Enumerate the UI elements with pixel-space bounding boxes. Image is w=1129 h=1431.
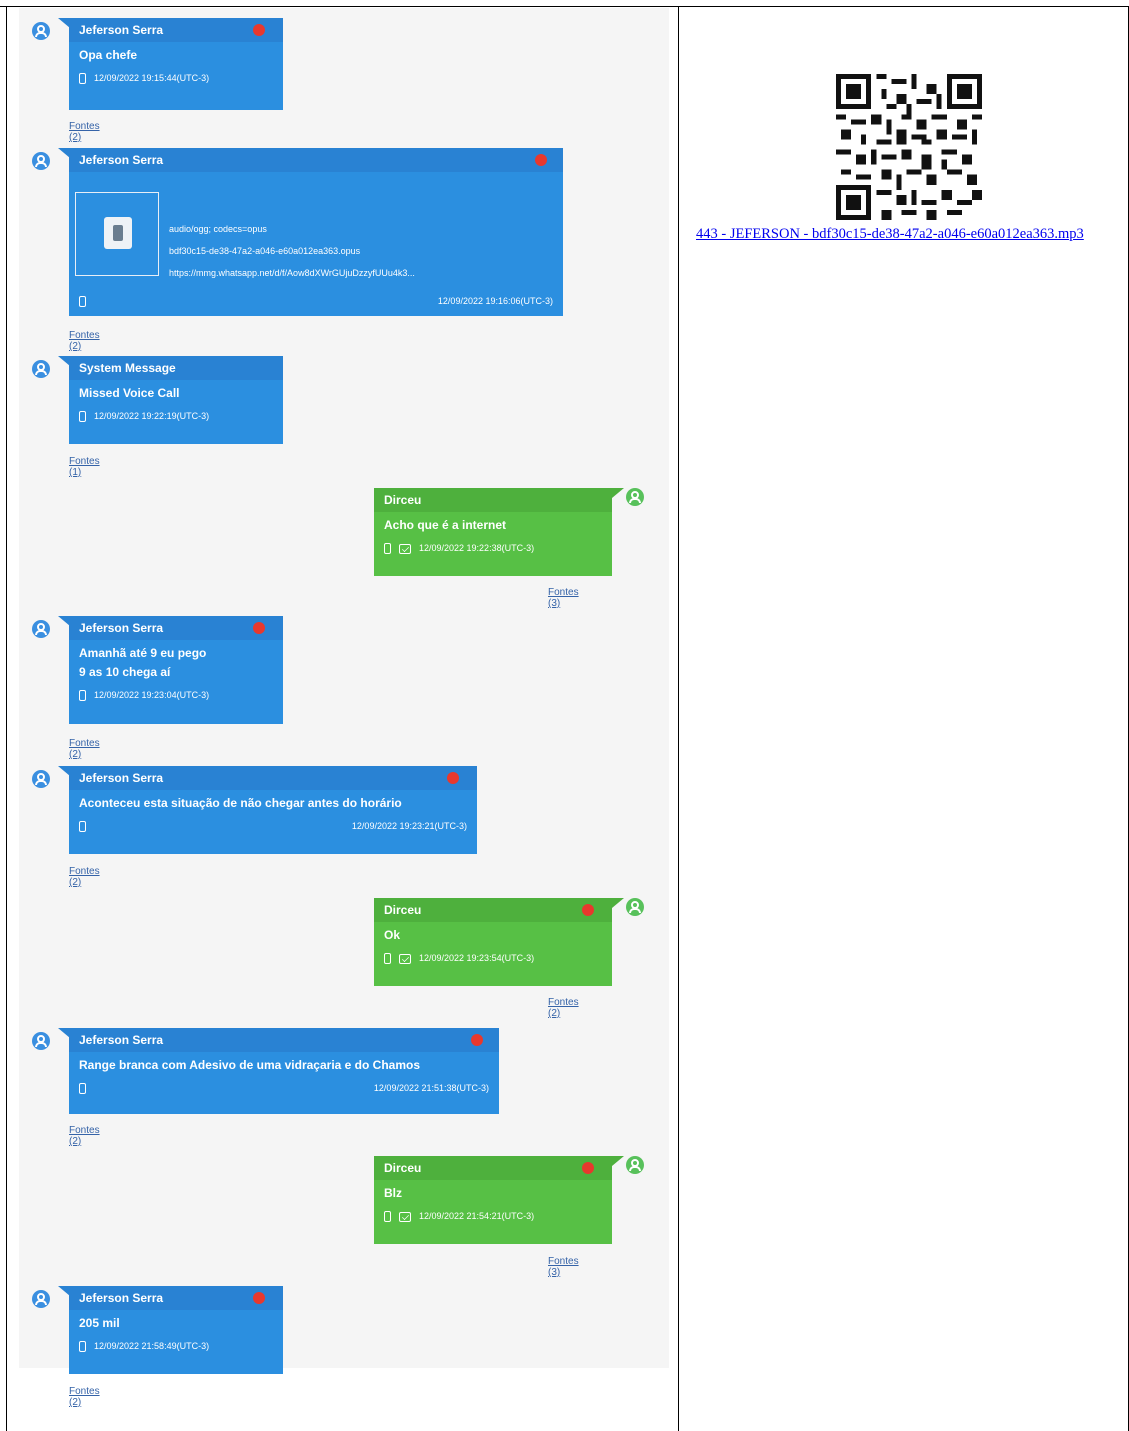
- unread-dot-icon: [582, 904, 594, 916]
- message-bubble: Dirceu Ok 12/09/2022 19:23:54(UTC-3): [374, 898, 612, 986]
- phone-icon: [384, 1211, 391, 1223]
- message-bubble: Jeferson Serra Amanhã até 9 eu pego 9 as…: [69, 616, 283, 724]
- unread-dot-icon: [253, 24, 265, 36]
- sources-link[interactable]: Fontes (2): [548, 997, 579, 1019]
- sender-name: Jeferson Serra: [79, 153, 164, 167]
- phone-icon: [384, 953, 391, 965]
- sources-link[interactable]: Fontes (2): [69, 1125, 100, 1147]
- sender-name: Dirceu: [384, 1161, 422, 1175]
- attachment-preview[interactable]: [75, 192, 159, 276]
- message-text: Opa chefe: [79, 48, 138, 62]
- message-timestamp: 12/09/2022 19:22:38(UTC-3): [419, 543, 535, 553]
- message-bubble: Jeferson Serra audio/ogg; codecs=opus bd…: [69, 148, 563, 316]
- message-timestamp: 12/09/2022 19:23:21(UTC-3): [351, 821, 467, 831]
- message-bubble: Jeferson Serra Aconteceu esta situação d…: [69, 766, 477, 854]
- bubble-tail: [612, 898, 624, 908]
- avatar-icon: [32, 152, 50, 170]
- message-text: Amanhã até 9 eu pego 9 as 10 chega aí: [79, 646, 207, 679]
- message-bubble: Jeferson Serra 205 mil 12/09/2022 21:58:…: [69, 1286, 283, 1374]
- message-timestamp: 12/09/2022 19:23:04(UTC-3): [94, 690, 210, 700]
- unread-dot-icon: [253, 622, 265, 634]
- phone-icon: [79, 1341, 86, 1353]
- sender-name: Jeferson Serra: [79, 621, 164, 635]
- message-bubble: System Message Missed Voice Call 12/09/2…: [69, 356, 283, 444]
- avatar-icon: [32, 360, 50, 378]
- phone-icon: [384, 543, 391, 555]
- phone-icon: [79, 690, 86, 702]
- table-left-border: [6, 6, 7, 1431]
- unread-dot-icon: [535, 154, 547, 166]
- phone-icon: [79, 296, 86, 308]
- message-timestamp: 12/09/2022 21:54:21(UTC-3): [419, 1211, 535, 1221]
- sources-link[interactable]: Fontes (3): [548, 1256, 579, 1278]
- message-bubble: Dirceu Blz 12/09/2022 21:54:21(UTC-3): [374, 1156, 612, 1244]
- sender-name: Jeferson Serra: [79, 1033, 164, 1047]
- avatar-icon: [32, 1290, 50, 1308]
- sender-name: System Message: [79, 361, 176, 375]
- message-text: Ok: [384, 928, 401, 942]
- phone-icon: [79, 411, 86, 423]
- phone-icon: [79, 1083, 86, 1095]
- avatar-icon: [32, 22, 50, 40]
- read-receipt-icon: [399, 543, 411, 554]
- sources-link[interactable]: Fontes (2): [69, 866, 100, 888]
- sources-link[interactable]: Fontes (3): [548, 587, 579, 609]
- attachment-filename: bdf30c15-de38-47a2-a046-e60a012ea363.opu…: [169, 246, 361, 256]
- avatar-icon: [626, 1156, 644, 1174]
- message-text: Missed Voice Call: [79, 386, 180, 400]
- message-bubble: Dirceu Acho que é a internet 12/09/2022 …: [374, 488, 612, 576]
- phone-icon: [79, 73, 86, 85]
- message-timestamp: 12/09/2022 19:23:54(UTC-3): [419, 953, 535, 963]
- sender-name: Jeferson Serra: [79, 23, 164, 37]
- read-receipt-icon: [399, 953, 411, 964]
- unread-dot-icon: [447, 772, 459, 784]
- attachment-info: audio/ogg; codecs=opus bdf30c15-de38-47a…: [169, 218, 559, 284]
- message-text: Acho que é a internet: [384, 518, 507, 532]
- sources-link[interactable]: Fontes (2): [69, 738, 100, 760]
- message-bubble: Jeferson Serra Range branca com Adesivo …: [69, 1028, 499, 1114]
- avatar-icon: [626, 488, 644, 506]
- attachment-file-link[interactable]: 443 - JEFERSON - bdf30c15-de38-47a2-a046…: [696, 225, 1126, 243]
- sender-name: Jeferson Serra: [79, 1291, 164, 1305]
- avatar-icon: [32, 770, 50, 788]
- sources-link[interactable]: Fontes (2): [69, 330, 100, 352]
- sources-link[interactable]: Fontes (1): [69, 456, 100, 478]
- message-timestamp: 12/09/2022 21:51:38(UTC-3): [373, 1083, 489, 1093]
- sources-link[interactable]: Fontes (2): [69, 121, 100, 143]
- unread-dot-icon: [582, 1162, 594, 1174]
- message-bubble: Jeferson Serra Opa chefe 12/09/2022 19:1…: [69, 18, 283, 110]
- attachment-url: https://mmg.whatsapp.net/d/f/Aow8dXWrGUj…: [169, 268, 415, 278]
- read-receipt-icon: [399, 1211, 411, 1222]
- bubble-tail: [612, 488, 624, 498]
- message-text: 205 mil: [79, 1316, 120, 1330]
- table-top-border: [0, 6, 1129, 7]
- bubble-tail: [612, 1156, 624, 1166]
- sender-name: Dirceu: [384, 493, 422, 507]
- qr-code-image: [834, 74, 984, 220]
- message-timestamp: 12/09/2022 21:58:49(UTC-3): [94, 1341, 210, 1351]
- message-text: Blz: [384, 1186, 402, 1200]
- sender-name: Jeferson Serra: [79, 771, 164, 785]
- message-timestamp: 12/09/2022 19:22:19(UTC-3): [94, 411, 210, 421]
- avatar-icon: [32, 1032, 50, 1050]
- table-column-divider: [678, 6, 679, 1431]
- phone-icon: [79, 821, 86, 833]
- message-timestamp: 12/09/2022 19:16:06(UTC-3): [437, 296, 553, 306]
- attachment-mime: audio/ogg; codecs=opus: [169, 224, 267, 234]
- message-timestamp: 12/09/2022 19:15:44(UTC-3): [94, 73, 210, 83]
- message-text: Range branca com Adesivo de uma vidraçar…: [79, 1058, 421, 1072]
- avatar-icon: [32, 620, 50, 638]
- message-text: Aconteceu esta situação de não chegar an…: [79, 796, 402, 810]
- sources-link[interactable]: Fontes (2): [69, 1386, 100, 1408]
- unread-dot-icon: [471, 1034, 483, 1046]
- unread-dot-icon: [253, 1292, 265, 1304]
- audio-file-icon: [104, 217, 132, 249]
- avatar-icon: [626, 898, 644, 916]
- sender-name: Dirceu: [384, 903, 422, 917]
